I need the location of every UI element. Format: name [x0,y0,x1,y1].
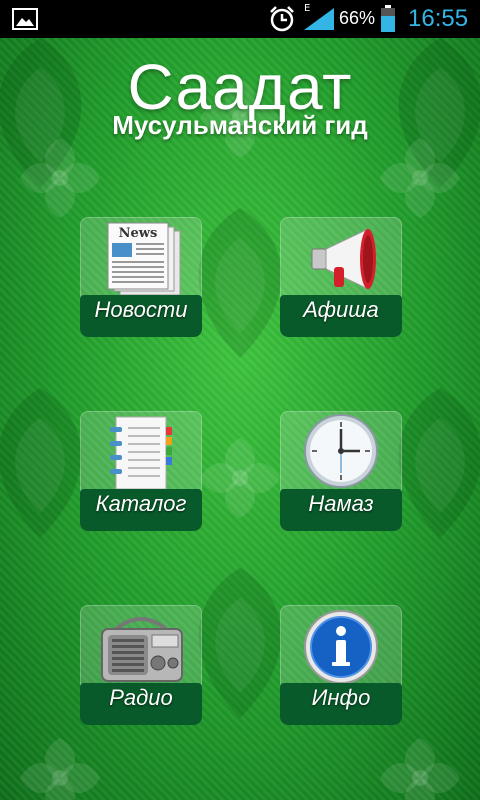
afisha-button[interactable]: Афиша [280,217,402,337]
afisha-label: Афиша [303,297,379,322]
radio-icon [101,617,183,682]
status-clock: 16:55 [408,5,469,32]
alarm-clock-icon [270,6,294,32]
namaz-label: Намаз [308,491,374,516]
info-label: Инфо [311,685,371,710]
news-button[interactable]: News Новости [80,217,202,337]
battery-percent: 66% [339,8,376,28]
news-label: Новости [94,297,188,322]
info-button[interactable]: Инфо [280,605,402,725]
notebook-icon [110,416,172,490]
signal-icon [304,8,334,30]
main-screen: Саадат Мусульманский гид News Новости Аф… [0,38,480,800]
catalog-label: Каталог [95,491,187,516]
clock-icon [304,414,378,488]
status-bar: E 66% 16:55 [0,0,480,38]
info-icon [304,610,378,684]
catalog-button[interactable]: Каталог [80,411,202,531]
damask-pattern-background [0,38,480,800]
svg-text:News: News [119,226,158,241]
radio-button[interactable]: Радио [80,605,202,725]
image-icon [12,8,38,30]
battery-icon [381,5,395,32]
newspaper-icon: News [107,222,181,296]
app-subtitle: Мусульманский гид [112,110,368,140]
radio-label: Радио [109,685,173,710]
megaphone-icon [311,228,376,290]
namaz-button[interactable]: Намаз [280,411,402,531]
